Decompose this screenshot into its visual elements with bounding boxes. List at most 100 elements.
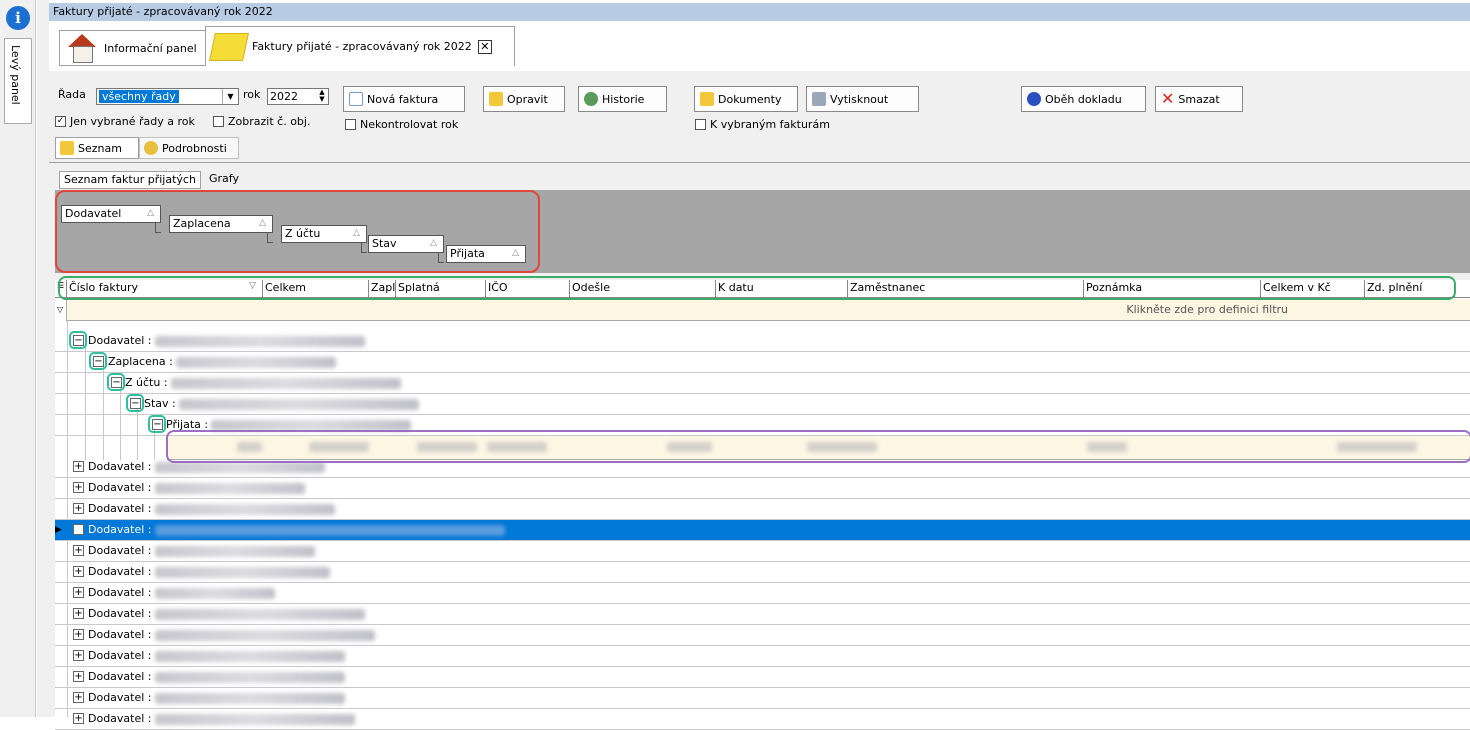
podrobnosti-label: Podrobnosti: [162, 141, 227, 155]
group-row-collapsed[interactable]: + Dodavatel :: [55, 478, 1470, 499]
blurred-value: [154, 650, 345, 662]
group-row-collapsed[interactable]: + Dodavatel :: [55, 688, 1470, 709]
dokumenty-button[interactable]: Dokumenty: [694, 86, 798, 112]
group-row-collapsed[interactable]: + Dodavatel :: [55, 667, 1470, 688]
group-row-stav[interactable]: − Stav :: [55, 394, 1470, 415]
group-row-label: Dodavatel :: [88, 502, 335, 515]
row-label: Dodavatel :: [88, 628, 152, 641]
group-row-label: Dodavatel :: [88, 544, 315, 557]
close-icon[interactable]: ✕: [477, 39, 492, 54]
expand-icon[interactable]: +: [73, 482, 84, 493]
expand-icon[interactable]: +: [73, 524, 84, 535]
tab-informacni-panel[interactable]: Informační panel: [59, 30, 207, 66]
expand-icon[interactable]: +: [73, 713, 84, 724]
delete-x-icon: ✕: [1161, 89, 1175, 108]
row-label: Dodavatel :: [88, 565, 152, 578]
folder-open-icon: [60, 141, 74, 155]
zobrazit-checkbox[interactable]: Zobrazit č. obj.: [213, 115, 310, 128]
rada-label: Řada: [58, 88, 86, 101]
vytisknout-button[interactable]: Vytisknout: [806, 86, 919, 112]
filter-hint[interactable]: Klikněte zde pro definici filtru: [67, 299, 1470, 321]
rada-select[interactable]: všechny řady ▼: [96, 88, 239, 105]
group-row-collapsed[interactable]: + Dodavatel :: [55, 541, 1470, 562]
filter-icon[interactable]: ▽: [55, 299, 67, 321]
blurred-value: [170, 377, 401, 389]
rok-spinner[interactable]: 2022 ▲ ▼: [267, 88, 329, 105]
tab-faktury[interactable]: Faktury přijaté - zpracovávaný rok 2022 …: [205, 26, 515, 66]
group-row-selected[interactable]: ▶ + Dodavatel :: [55, 520, 1470, 541]
group-row-dodavatel[interactable]: − Dodavatel :: [55, 331, 1470, 352]
checkbox-box: [695, 119, 706, 130]
tab-podrobnosti[interactable]: Podrobnosti: [139, 137, 239, 159]
opravit-button[interactable]: Opravit: [483, 86, 565, 112]
window-title: Faktury přijaté - zpracovávaný rok 2022: [49, 3, 1470, 21]
blurred-value: [154, 713, 355, 725]
group-row-z-uctu[interactable]: − Z účtu :: [55, 373, 1470, 394]
expand-icon[interactable]: +: [73, 503, 84, 514]
row-label: Dodavatel :: [88, 523, 152, 536]
k-vybranym-checkbox[interactable]: K vybraným fakturám: [695, 118, 830, 131]
check-icon: ✓: [55, 116, 66, 127]
row-label: Dodavatel :: [88, 544, 152, 557]
expand-icon[interactable]: +: [73, 629, 84, 640]
blurred-value: [154, 608, 365, 620]
new-document-icon: [349, 92, 363, 106]
rok-label: rok: [243, 88, 261, 101]
jen-vybrane-label: Jen vybrané řady a rok: [70, 115, 195, 128]
checkbox-box: [213, 116, 224, 127]
group-row-label: Stav :: [144, 397, 419, 410]
info-icon[interactable]: i: [6, 6, 30, 30]
tab-seznam[interactable]: Seznam: [55, 137, 139, 159]
group-row-zaplacena[interactable]: − Zaplacena :: [55, 352, 1470, 373]
nekontrolovat-checkbox[interactable]: Nekontrolovat rok: [345, 118, 458, 131]
group-row-collapsed[interactable]: + Dodavatel :: [55, 583, 1470, 604]
nova-faktura-label: Nová faktura: [367, 92, 439, 106]
invoice-grid: ☰ Číslo faktury▽ Celkem Zapla Splatná IČ…: [55, 280, 1470, 730]
expand-icon[interactable]: +: [73, 587, 84, 598]
chevron-down-icon[interactable]: ▼: [222, 89, 238, 104]
group-row-collapsed[interactable]: + Dodavatel :: [55, 499, 1470, 520]
tab-label: Faktury přijaté - zpracovávaný rok 2022: [252, 40, 472, 53]
expand-icon[interactable]: +: [73, 545, 84, 556]
spinner-arrows-icon[interactable]: ▲ ▼: [316, 89, 328, 104]
highlight-ring: [89, 352, 107, 370]
vytisknout-label: Vytisknout: [830, 92, 889, 106]
expand-icon[interactable]: +: [73, 650, 84, 661]
group-row-collapsed[interactable]: + Dodavatel :: [55, 604, 1470, 625]
blurred-value: [154, 566, 330, 578]
expand-icon[interactable]: +: [73, 692, 84, 703]
levy-panel-tab[interactable]: Levý panel: [4, 38, 32, 124]
smazat-label: Smazat: [1178, 92, 1220, 106]
historie-button[interactable]: Historie: [578, 86, 667, 112]
blurred-value: [154, 629, 375, 641]
group-row-label: Dodavatel :: [88, 586, 275, 599]
expand-icon[interactable]: +: [73, 461, 84, 472]
nova-faktura-button[interactable]: Nová faktura: [343, 86, 465, 112]
dokumenty-label: Dokumenty: [718, 92, 782, 106]
expand-icon[interactable]: +: [73, 671, 84, 682]
tab-label: Informační panel: [104, 41, 197, 55]
checkbox-box: [345, 119, 356, 130]
blurred-value: [154, 335, 365, 347]
house-icon: [66, 34, 98, 63]
highlight-ring: [69, 331, 87, 349]
highlight-ring: [107, 373, 125, 391]
group-row-collapsed[interactable]: + Dodavatel :: [55, 646, 1470, 667]
expand-icon[interactable]: +: [73, 608, 84, 619]
group-row-collapsed[interactable]: + Dodavatel :: [55, 709, 1470, 730]
expand-icon[interactable]: +: [73, 566, 84, 577]
smazat-button[interactable]: ✕ Smazat: [1155, 86, 1243, 112]
tab-grafy[interactable]: Grafy: [205, 171, 243, 189]
row-label: Zaplacena :: [108, 355, 173, 368]
jen-vybrane-checkbox[interactable]: ✓ Jen vybrané řady a rok: [55, 115, 195, 128]
edit-folder-icon: [489, 92, 503, 106]
group-row-collapsed[interactable]: + Dodavatel :: [55, 562, 1470, 583]
magnifier-icon: [144, 141, 158, 155]
obeh-dokladu-button[interactable]: Oběh dokladu: [1021, 86, 1146, 112]
row-label: Dodavatel :: [88, 502, 152, 515]
tab-seznam-faktur[interactable]: Seznam faktur přijatých: [59, 171, 201, 189]
highlight-groupby: [55, 190, 540, 273]
folder-icon: [209, 32, 249, 61]
group-row-label: Dodavatel :: [88, 628, 375, 641]
group-row-collapsed[interactable]: + Dodavatel :: [55, 625, 1470, 646]
